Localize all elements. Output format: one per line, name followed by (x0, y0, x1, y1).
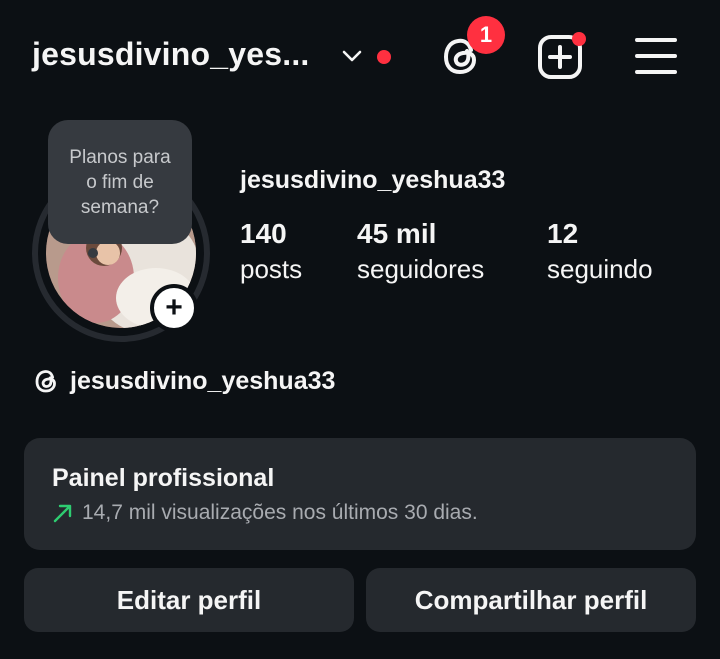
create-notification-dot (572, 32, 586, 46)
threads-icon (35, 370, 56, 393)
stat-label: seguidores (357, 254, 485, 284)
note-tail (88, 248, 98, 258)
stat-following[interactable]: 12 seguindo (547, 218, 653, 285)
note-text: Planos para o fim de semana? (69, 146, 171, 218)
stat-label: posts (240, 254, 303, 284)
stat-followers[interactable]: 45 mil seguidores (357, 218, 484, 285)
add-story-button[interactable]: + (150, 284, 198, 332)
pro-panel-subtitle: 14,7 mil visualizações nos últimos 30 di… (82, 501, 478, 524)
threads-link-text: jesusdivino_yeshua33 (70, 366, 336, 395)
account-switcher-username[interactable]: jesusdivino_yes... (32, 36, 310, 73)
menu-icon[interactable] (632, 32, 680, 80)
account-notification-dot (377, 50, 391, 64)
pro-panel-title: Painel profissional (52, 464, 275, 492)
edit-profile-button[interactable]: Editar perfil (24, 568, 354, 632)
threads-notification-badge: 1 (467, 16, 505, 54)
stat-label: seguindo (547, 254, 653, 284)
stat-value: 45 mil (357, 218, 437, 249)
threads-profile-link[interactable]: jesusdivino_yeshua33 (32, 364, 335, 398)
profile-handle: jesusdivino_yeshua33 (240, 166, 506, 194)
note-bubble[interactable]: Planos para o fim de semana? (48, 120, 192, 244)
chevron-down-icon[interactable] (340, 44, 364, 68)
share-profile-button[interactable]: Compartilhar perfil (366, 568, 696, 632)
stat-value: 140 (240, 218, 287, 249)
professional-dashboard-card[interactable]: Painel profissional 14,7 mil visualizaçõ… (24, 438, 696, 550)
stat-posts[interactable]: 140 posts (240, 218, 302, 285)
trend-up-arrow-icon (53, 504, 72, 523)
stat-value: 12 (547, 218, 579, 249)
